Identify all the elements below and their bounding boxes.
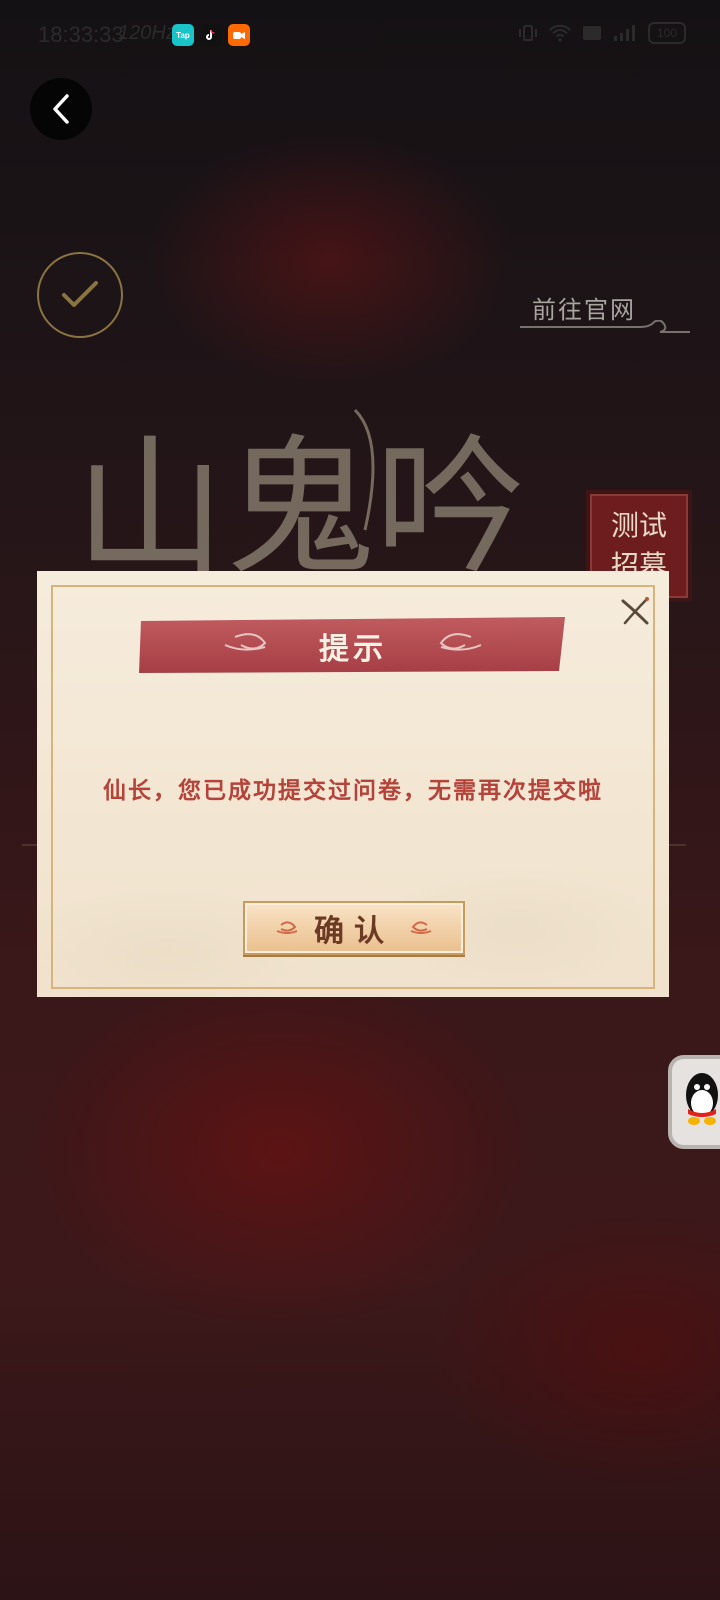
dialog-close-button[interactable] [617, 593, 653, 629]
back-icon [53, 94, 69, 124]
qq-icon [686, 1073, 718, 1125]
status-bar: 18:33:33 120Hz Tap 100 [0, 0, 720, 70]
dialog-title-banner: 提示 [135, 615, 571, 677]
status-time: 18:33:33 [38, 22, 124, 47]
game-logo: 山鬼吟 [75, 408, 525, 580]
logo-text: 山鬼吟 [75, 422, 525, 580]
notice-dialog: 提示 仙长，您已成功提交过问卷，无需再次提交啦 确认 [37, 571, 669, 997]
kuaishou-icon [228, 24, 250, 46]
official-website-link[interactable]: 前往官网 [520, 282, 690, 334]
status-right-group: 100 [518, 22, 686, 44]
taptap-icon: Tap [172, 24, 194, 46]
confirm-button[interactable]: 确认 [243, 901, 465, 955]
douyin-icon [200, 24, 222, 46]
back-button[interactable] [30, 78, 92, 140]
hd-icon [583, 26, 601, 40]
vibrate-icon [519, 25, 537, 41]
wifi-icon [549, 24, 571, 42]
dialog-message: 仙长，您已成功提交过问卷，无需再次提交啦 [103, 777, 603, 804]
status-refresh-rate: 120Hz [118, 22, 176, 44]
dialog-title: 提示 [319, 632, 387, 667]
qq-float-button[interactable] [668, 1055, 720, 1149]
confirm-button-label: 确认 [314, 914, 394, 949]
app-screen: 18:33:33 120Hz Tap 100 前往官网 山鬼吟 测试 招募 提示… [0, 0, 720, 1600]
badge-line-1: 测试 [610, 509, 667, 542]
close-icon [621, 597, 649, 625]
signal-icon [614, 25, 635, 41]
battery-indicator: 100 [648, 22, 686, 44]
cloud-swirl-decoration [520, 320, 690, 333]
agreement-check-button[interactable] [37, 252, 123, 338]
check-icon [62, 281, 98, 307]
